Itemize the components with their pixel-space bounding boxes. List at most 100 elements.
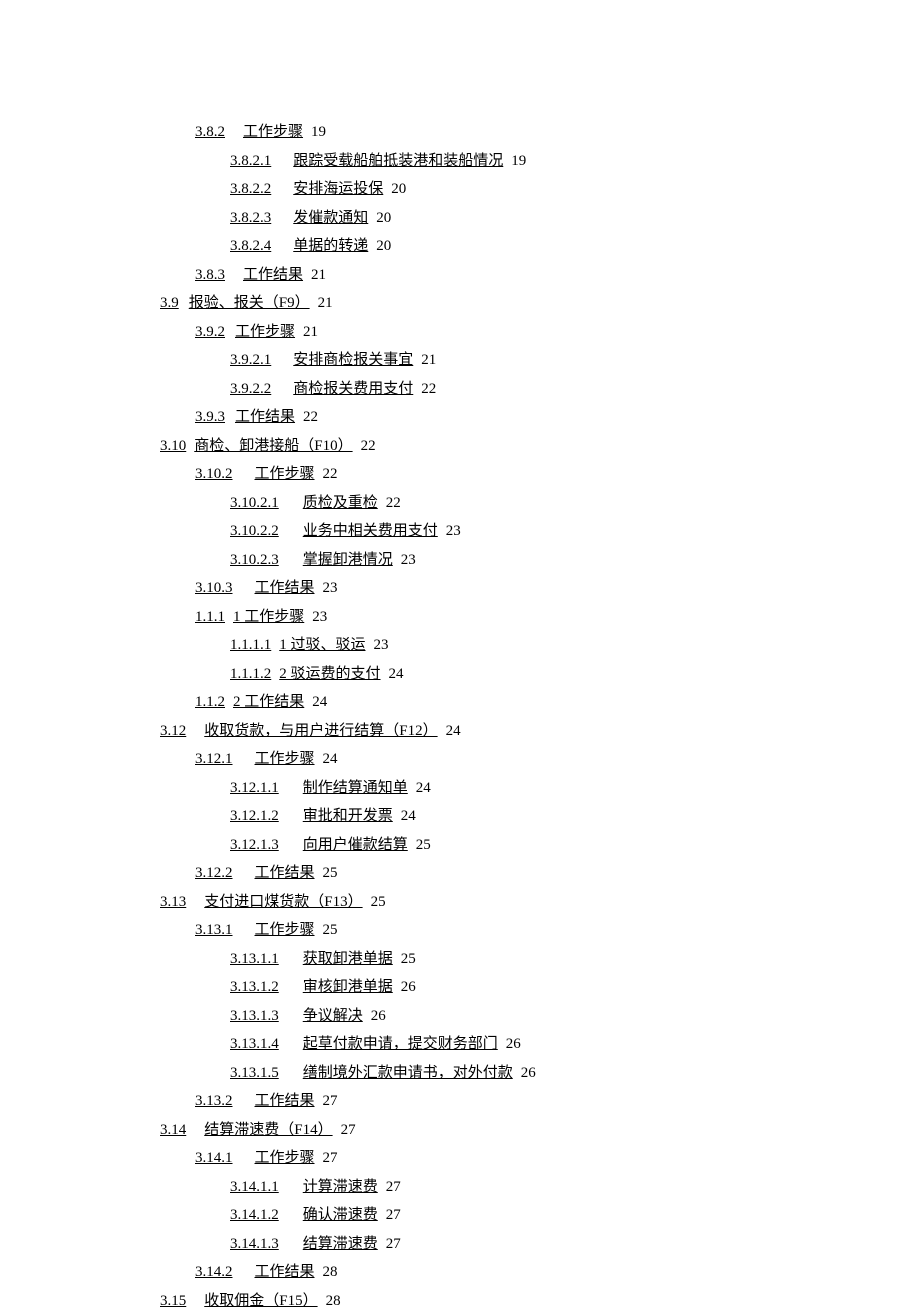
toc-entry[interactable]: 3.9.2.1安排商检报关事宜21 <box>160 346 920 375</box>
toc-entry-number: 1.1.1.1 <box>230 637 271 653</box>
toc-entry-label: 获取卸港单据 <box>303 951 393 967</box>
toc-entry[interactable]: 3.13.1.1获取卸港单据25 <box>160 945 920 974</box>
toc-entry-number: 3.10.3 <box>195 580 233 596</box>
toc-entry-page: 23 <box>401 552 416 568</box>
toc-entry[interactable]: 3.14.1.1计算滞速费27 <box>160 1173 920 1202</box>
toc-entry-page: 23 <box>312 609 327 625</box>
toc-entry-label: 计算滞速费 <box>303 1179 378 1195</box>
toc-entry-page: 25 <box>401 951 416 967</box>
toc-entry[interactable]: 1.1.11 工作步骤23 <box>160 603 920 632</box>
toc-entry[interactable]: 3.9.3工作结果22 <box>160 403 920 432</box>
toc-entry-number: 3.12.1.1 <box>230 780 279 796</box>
toc-entry[interactable]: 3.10.2工作步骤22 <box>160 460 920 489</box>
toc-entry-label: 工作结果 <box>255 1264 315 1280</box>
toc-entry-label: 工作结果 <box>255 865 315 881</box>
toc-entry-page: 23 <box>374 637 389 653</box>
toc-entry-page: 24 <box>446 723 461 739</box>
toc-entry[interactable]: 1.1.1.1 1 过驳、驳运 23 <box>160 631 920 660</box>
toc-entry-label: 1 过驳、驳运 <box>279 637 365 653</box>
toc-entry-page: 21 <box>421 352 436 368</box>
toc-entry[interactable]: 3.13支付进口煤货款（F13）25 <box>160 888 920 917</box>
toc-entry-page: 27 <box>323 1093 338 1109</box>
toc-entry[interactable]: 3.14.1.3结算滞速费27 <box>160 1230 920 1259</box>
toc-entry-number: 3.10.2.2 <box>230 523 279 539</box>
toc-entry-page: 27 <box>323 1150 338 1166</box>
toc-entry[interactable]: 3.8.2.3发催款通知20 <box>160 204 920 233</box>
toc-entry-label: 向用户催款结算 <box>303 837 408 853</box>
toc-entry-page: 25 <box>323 922 338 938</box>
toc-entry[interactable]: 3.14结算滞速费（F14）27 <box>160 1116 920 1145</box>
toc-entry-label: 2 驳运费的支付 <box>279 666 380 682</box>
toc-entry-number: 3.8.3 <box>195 267 225 283</box>
toc-entry-label: 结算滞速费（F14） <box>204 1122 332 1138</box>
toc-entry-page: 20 <box>376 238 391 254</box>
toc-entry[interactable]: 3.10商检、卸港接船（F10）22 <box>160 432 920 461</box>
toc-entry[interactable]: 3.13.1工作步骤25 <box>160 916 920 945</box>
toc-entry[interactable]: 3.13.2工作结果27 <box>160 1087 920 1116</box>
toc-entry[interactable]: 3.12.1.1制作结算通知单24 <box>160 774 920 803</box>
toc-entry-label: 掌握卸港情况 <box>303 552 393 568</box>
toc-entry[interactable]: 3.13.1.4起草付款申请，提交财务部门26 <box>160 1030 920 1059</box>
toc-entry-number: 3.14 <box>160 1122 186 1138</box>
toc-entry-label: 工作步骤 <box>255 466 315 482</box>
toc-entry-page: 26 <box>521 1065 536 1081</box>
toc-entry-number: 3.9.2.2 <box>230 381 271 397</box>
toc-entry-number: 3.14.1 <box>195 1150 233 1166</box>
toc-entry-page: 20 <box>391 181 406 197</box>
toc-entry[interactable]: 3.13.1.3争议解决26 <box>160 1002 920 1031</box>
toc-entry-page: 27 <box>386 1207 401 1223</box>
toc-entry[interactable]: 3.10.2.1质检及重检22 <box>160 489 920 518</box>
toc-entry[interactable]: 1.1.1.22 驳运费的支付24 <box>160 660 920 689</box>
toc-entry-number: 1.1.1 <box>195 609 225 625</box>
toc-entry-number: 3.12.1.3 <box>230 837 279 853</box>
toc-entry[interactable]: 3.13.1.2审核卸港单据26 <box>160 973 920 1002</box>
toc-entry-number: 3.13.1.4 <box>230 1036 279 1052</box>
toc-entry[interactable]: 3.10.2.3 掌握卸港情况 23 <box>160 546 920 575</box>
toc-entry-page: 26 <box>401 979 416 995</box>
toc-entry-label: 确认滞速费 <box>303 1207 378 1223</box>
toc-entry[interactable]: 3.10.3工作结果23 <box>160 574 920 603</box>
toc-page: 3.8.2工作步骤193.8.2.1跟踪受载船舶抵装港和装船情况193.8.2.… <box>0 0 920 1315</box>
toc-entry-number: 3.10.2.3 <box>230 552 279 568</box>
toc-entry[interactable]: 3.9报验、报关（F9）21 <box>160 289 920 318</box>
toc-entry-label: 商检、卸港接船（F10） <box>194 438 352 454</box>
toc-entry[interactable]: 3.8.2.2安排海运投保20 <box>160 175 920 204</box>
toc-entry-page: 23 <box>446 523 461 539</box>
toc-entry-number: 1.1.1.2 <box>230 666 271 682</box>
toc-entry-page: 21 <box>318 295 333 311</box>
toc-entry[interactable]: 3.14.1工作步骤27 <box>160 1144 920 1173</box>
toc-entry[interactable]: 3.8.2工作步骤19 <box>160 118 920 147</box>
toc-entry[interactable]: 3.13.1.5缮制境外汇款申请书，对外付款26 <box>160 1059 920 1088</box>
toc-entry[interactable]: 3.14.2工作结果28 <box>160 1258 920 1287</box>
toc-entry-page: 20 <box>376 210 391 226</box>
toc-entry-page: 25 <box>371 894 386 910</box>
toc-entry[interactable]: 3.12.1.2审批和开发票24 <box>160 802 920 831</box>
toc-entry[interactable]: 1.1.22 工作结果24 <box>160 688 920 717</box>
toc-entry[interactable]: 3.12.1.3向用户催款结算25 <box>160 831 920 860</box>
toc-entry[interactable]: 3.12.1工作步骤24 <box>160 745 920 774</box>
toc-entry-page: 22 <box>303 409 318 425</box>
toc-entry[interactable]: 3.9.2工作步骤21 <box>160 318 920 347</box>
toc-entry-label: 报验、报关（F9） <box>189 295 310 311</box>
toc-entry[interactable]: 3.10.2.2业务中相关费用支付23 <box>160 517 920 546</box>
toc-entry-page: 28 <box>323 1264 338 1280</box>
toc-entry-label: 发催款通知 <box>293 210 368 226</box>
toc-entry[interactable]: 3.15收取佣金（F15）28 <box>160 1287 920 1315</box>
toc-entry[interactable]: 3.9.2.2商检报关费用支付22 <box>160 375 920 404</box>
toc-entry-number: 3.12.1.2 <box>230 808 279 824</box>
toc-entry-label: 结算滞速费 <box>303 1236 378 1252</box>
toc-entry[interactable]: 3.12.2工作结果25 <box>160 859 920 888</box>
toc-entry-label: 收取货款，与用户进行结算（F12） <box>204 723 437 739</box>
toc-entry[interactable]: 3.8.2.4单据的转递20 <box>160 232 920 261</box>
toc-entry[interactable]: 3.8.2.1跟踪受载船舶抵装港和装船情况19 <box>160 147 920 176</box>
toc-entry-number: 3.12.1 <box>195 751 233 767</box>
toc-entry-label: 工作结果 <box>243 267 303 283</box>
toc-entry-page: 24 <box>323 751 338 767</box>
toc-entry-number: 3.14.1.2 <box>230 1207 279 1223</box>
toc-entry-number: 3.10 <box>160 438 186 454</box>
toc-entry[interactable]: 3.14.1.2 确认滞速费 27 <box>160 1201 920 1230</box>
toc-entry-number: 3.8.2.4 <box>230 238 271 254</box>
toc-entry-page: 24 <box>312 694 327 710</box>
toc-entry[interactable]: 3.8.3工作结果21 <box>160 261 920 290</box>
toc-entry[interactable]: 3.12收取货款，与用户进行结算（F12）24 <box>160 717 920 746</box>
